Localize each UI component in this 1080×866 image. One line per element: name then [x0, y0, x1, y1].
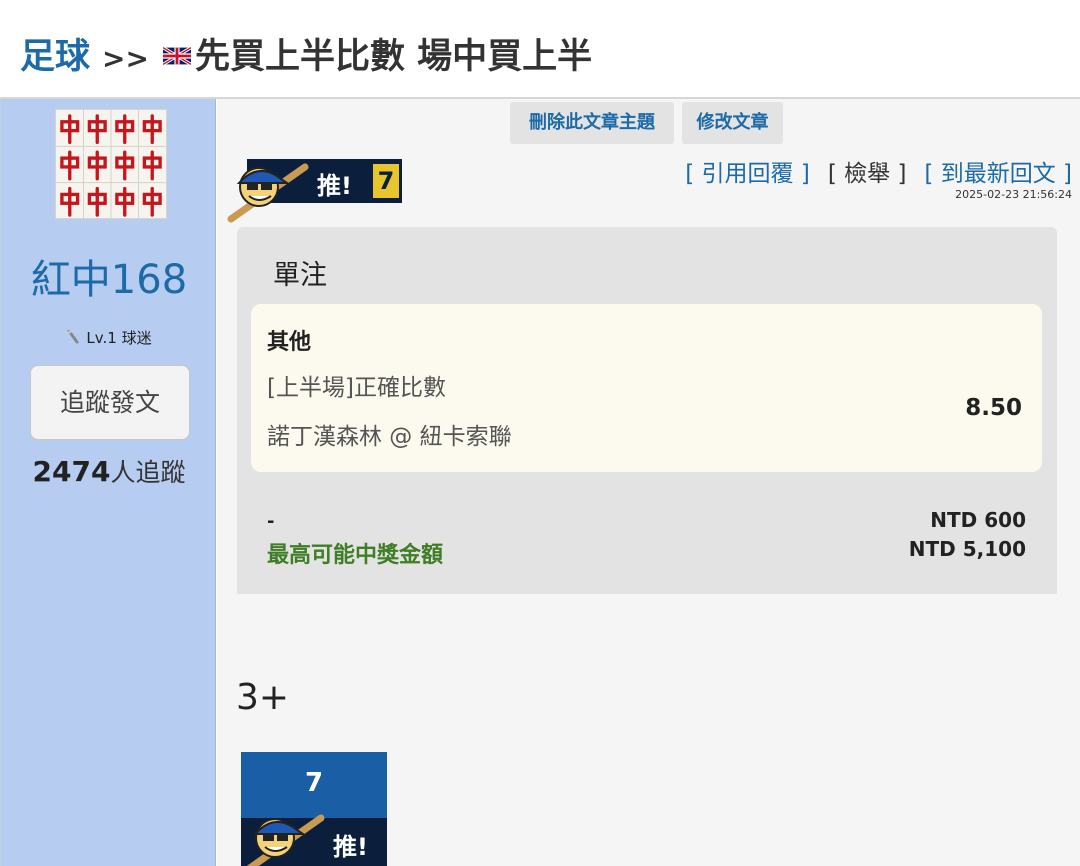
author-name[interactable]: 紅中168: [1, 247, 217, 305]
max-payout-label: 最高可能中獎金額: [267, 543, 444, 568]
max-payout-amount: NTD 5,100: [908, 537, 1026, 561]
post-content: 刪除此文章主題 修改文章 推! 7 [ 引用回覆 ] [ 檢舉 ] [ 到最新回文 …: [217, 99, 1080, 866]
post-body: 3+: [236, 677, 290, 718]
breadcrumb-separator: >>: [102, 42, 149, 75]
push-box-count: 7: [304, 768, 324, 798]
follower-number: 2474: [32, 455, 111, 488]
page-title: 足球 >> 先買上半比數 場中買上半: [20, 28, 592, 79]
bet-slip-card: 單注 其他 [上半場]正確比數 諾丁漢森林 @ 紐卡索聯 8.50 - 最高可能…: [237, 227, 1057, 597]
bet-selection: 其他 [上半場]正確比數 諾丁漢森林 @ 紐卡索聯 8.50: [251, 304, 1042, 472]
quote-reply-link[interactable]: [ 引用回覆 ]: [685, 161, 810, 187]
stake-amount: NTD 600: [930, 508, 1026, 532]
edit-post-button[interactable]: 修改文章: [682, 102, 783, 144]
author-level: Lv.1 球迷: [1, 327, 217, 348]
bet-type: 單注: [273, 260, 327, 291]
thread-title: 先買上半比數 場中買上半: [194, 37, 593, 77]
baseball-mascot-icon: [246, 814, 325, 866]
push-label: 推!: [317, 172, 352, 200]
red-dragon-mahjong-tiles-avatar[interactable]: [55, 109, 167, 219]
selection-odds: 8.50: [965, 395, 1022, 421]
post-action-links: [ 引用回覆 ] [ 檢舉 ] [ 到最新回文 ]: [667, 154, 1072, 188]
follower-suffix: 人追蹤: [110, 458, 186, 487]
delete-thread-button[interactable]: 刪除此文章主題: [510, 102, 674, 144]
selection-market: [上半場]正確比數: [267, 375, 446, 401]
latest-reply-link[interactable]: [ 到最新回文 ]: [924, 161, 1072, 187]
report-link[interactable]: [ 檢舉 ]: [828, 161, 907, 187]
uk-flag-icon: [162, 34, 192, 66]
pencil-icon: [66, 329, 80, 344]
level-label: Lv.1 球迷: [86, 329, 152, 347]
push-count: 7: [373, 164, 399, 198]
follow-button[interactable]: 追蹤發文: [30, 365, 190, 440]
author-sidebar: 紅中168 Lv.1 球迷 追蹤發文 2474人追蹤: [0, 99, 216, 866]
category-link[interactable]: 足球: [20, 37, 90, 77]
baseball-mascot-icon: [227, 163, 309, 223]
header: 足球 >> 先買上半比數 場中買上半: [0, 0, 1080, 98]
stake-dash: -: [267, 511, 275, 532]
follower-count: 2474人追蹤: [1, 453, 217, 489]
selection-match: 諾丁漢森林 @ 紐卡索聯: [267, 424, 512, 450]
push-vote-button[interactable]: 7 推!: [241, 752, 387, 866]
push-badge[interactable]: 推! 7: [225, 157, 402, 223]
selection-group: 其他: [267, 330, 312, 355]
post-timestamp: 2025-02-23 21:56:24: [955, 188, 1072, 201]
card-bottom-edge: [237, 594, 1057, 602]
push-box-label: 推!: [333, 833, 368, 861]
